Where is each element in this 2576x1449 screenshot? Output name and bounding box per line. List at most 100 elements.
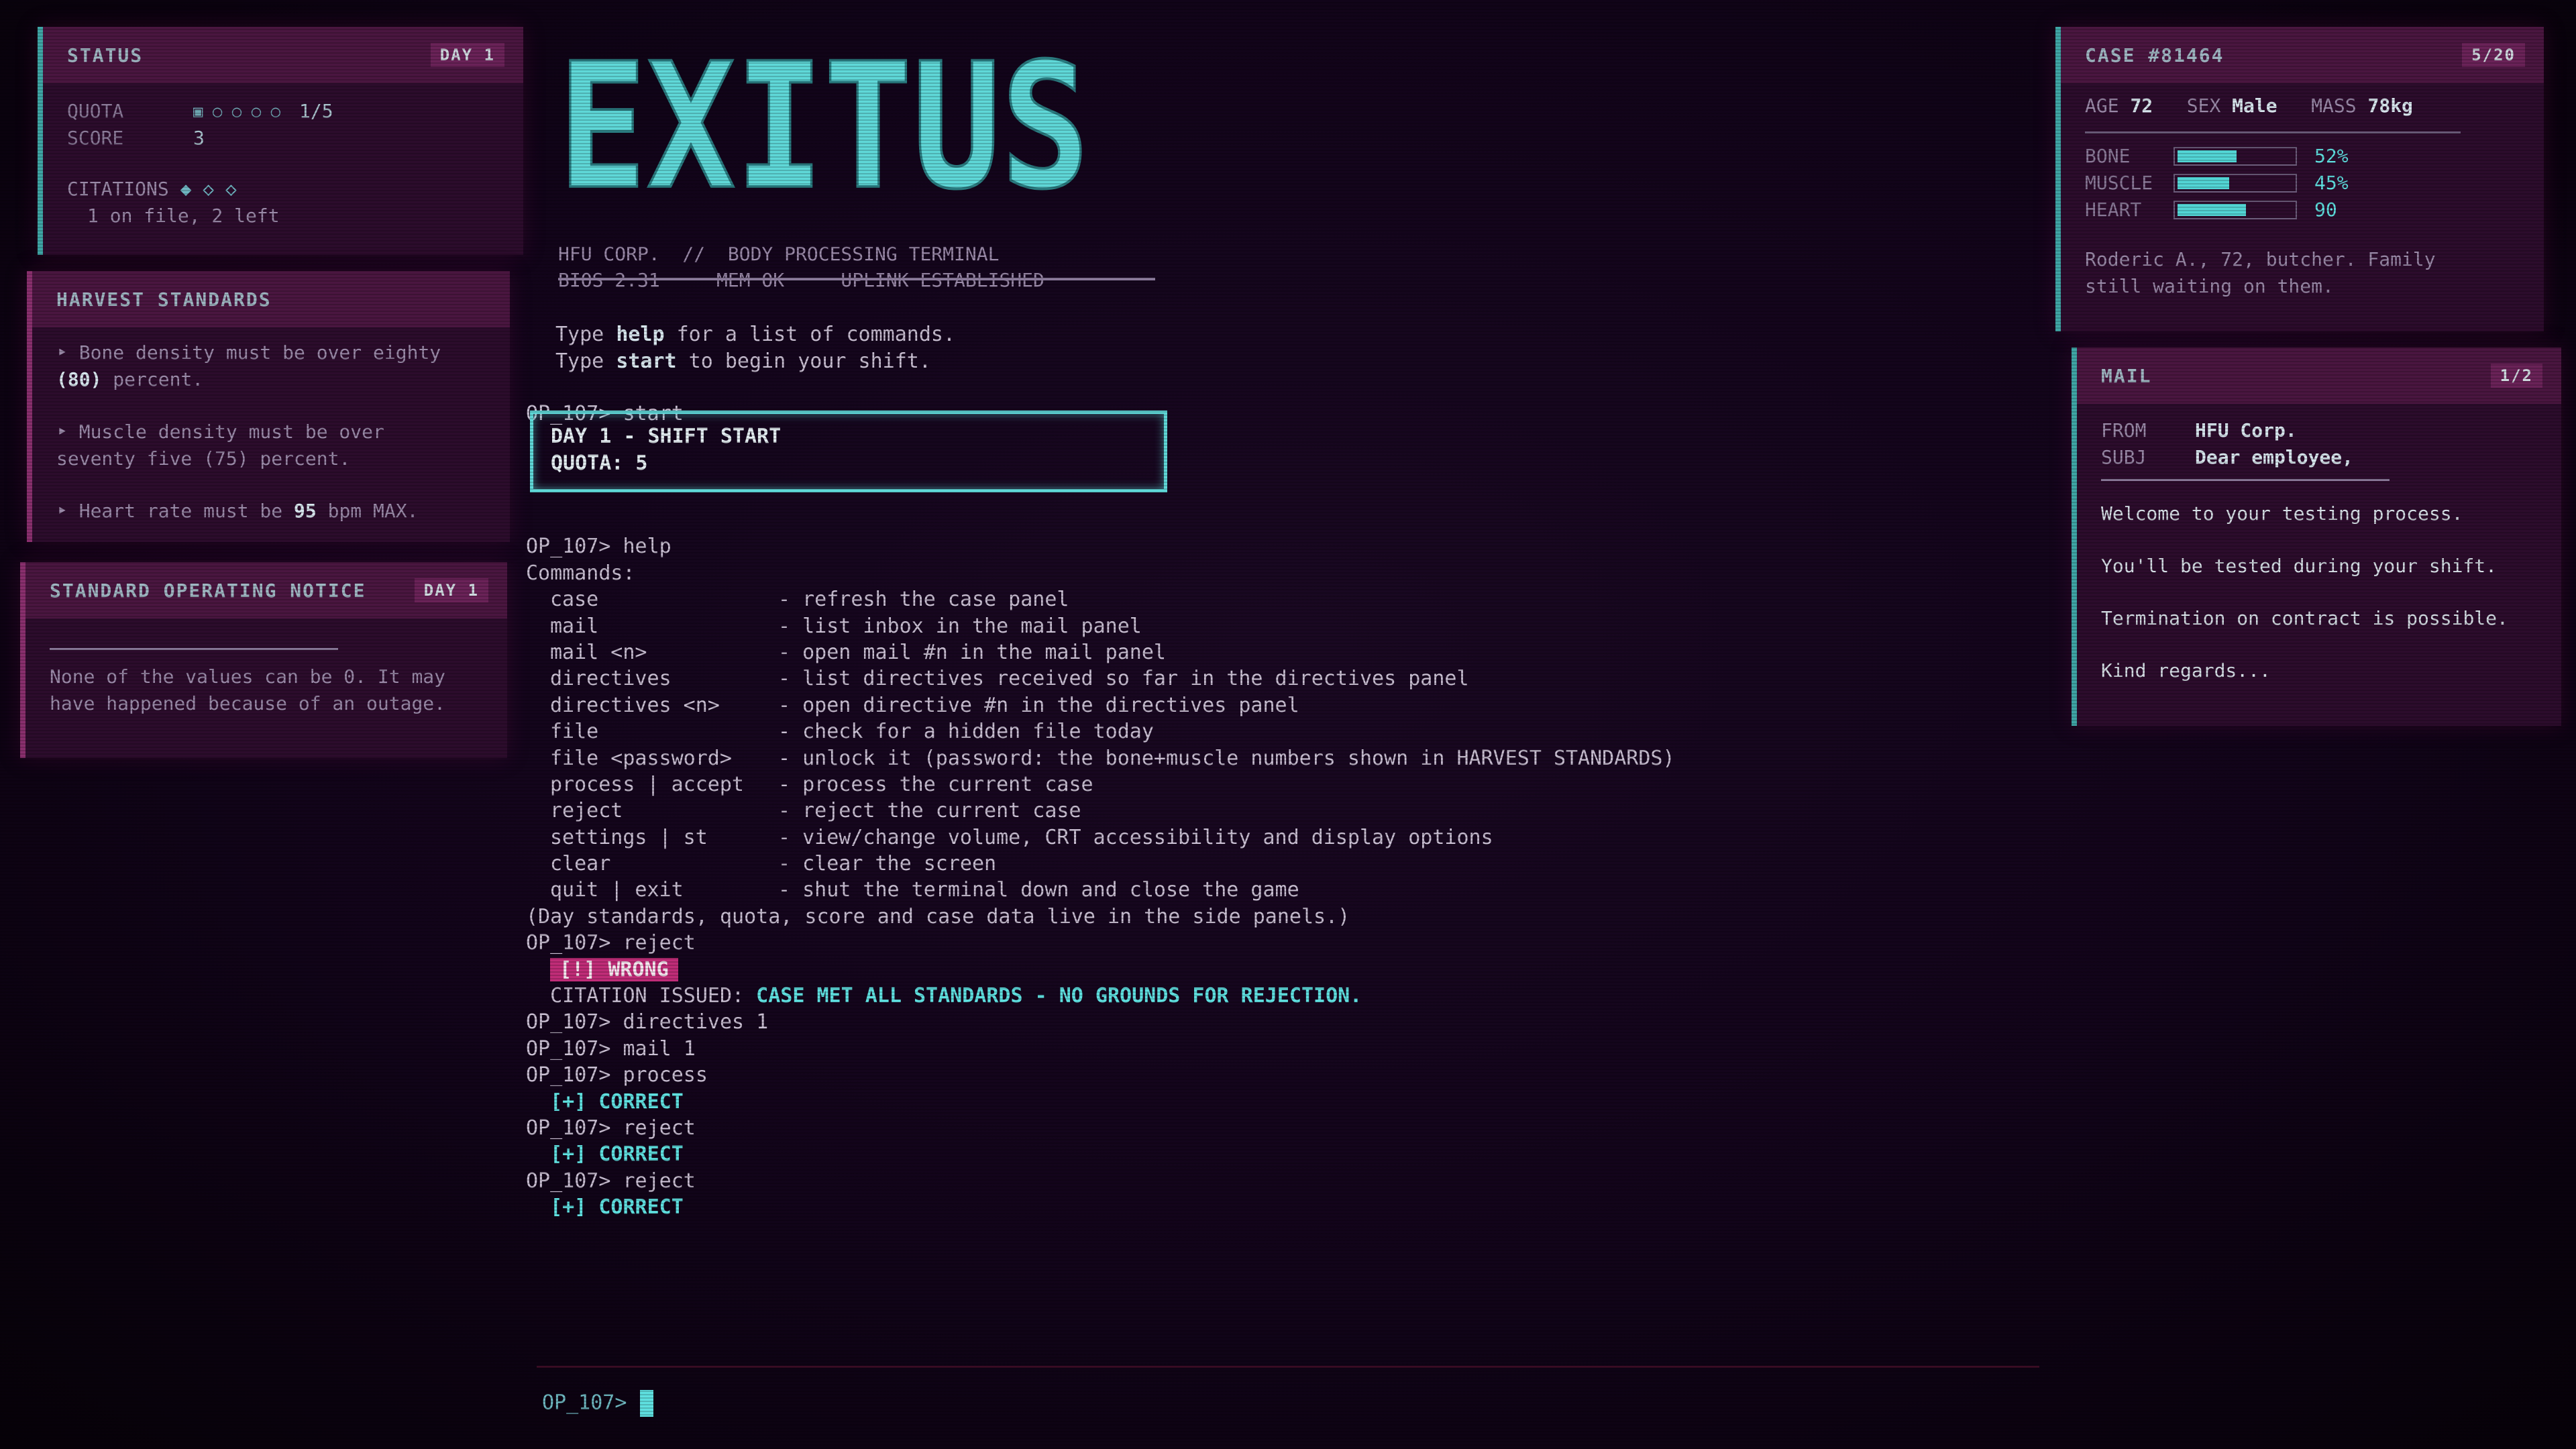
command-desc: - unlock it (password: the bone+muscle n… (778, 746, 1675, 770)
intro-type: Type (555, 323, 616, 347)
shift-start-box: DAY 1 - SHIFT START QUOTA: 5 (530, 411, 1167, 492)
rule-bone-tail: percent. (101, 368, 204, 390)
shift-line-1: DAY 1 - SHIFT START (551, 425, 782, 448)
day-badge: DAY 1 (430, 43, 504, 67)
command: process (623, 1063, 708, 1087)
command-name: directives <n> (550, 693, 720, 717)
rule-muscle: ‣ Muscle density must be over seventy fi… (56, 419, 486, 472)
notice-text-1: None of the values can be 0. It may (50, 665, 446, 688)
command-name: clear (550, 852, 611, 876)
command-desc: - check for a hidden file today (778, 720, 1154, 744)
command-list: case - refresh the case panel mail - list i… (526, 586, 2002, 904)
log-line: OP_107> process (526, 1062, 2002, 1088)
citation-label: CITATION ISSUED: (550, 984, 745, 1008)
rule-muscle-tail: percent. (248, 447, 351, 470)
mail-divider (2101, 479, 2390, 481)
citations-marks: ◆ ◇ ◇ (180, 178, 237, 200)
mail-panel: MAIL 1/2 FROM HFU Corp. SUBJ Dear employ… (2072, 347, 2561, 726)
wrong-line: [!] WRONG (526, 957, 2002, 983)
command: reject (623, 1169, 696, 1193)
log-line: OP_107> reject (526, 930, 2002, 956)
score-value: 3 (193, 127, 205, 149)
intro-help: Type help for a list of commands. (555, 321, 2031, 347)
command-desc: - process the current case (778, 772, 1093, 796)
input-prompt: OP_107> (542, 1391, 627, 1415)
heart-bar-fill (2178, 204, 2246, 216)
mass-value: 78kg (2367, 95, 2413, 117)
intro-start: Type start to begin your shift. (555, 348, 2031, 374)
log-line: OP_107> help (526, 533, 2002, 559)
case-note-2: still waiting on them. (2085, 275, 2334, 297)
muscle-value: 45% (2314, 172, 2349, 194)
rule-heart: ‣ Heart rate must be 95 bpm MAX. (56, 498, 486, 525)
command-desc: - open directive #n in the directives pa… (778, 693, 1299, 717)
intro-help-tail: for a list of commands. (664, 323, 956, 347)
correct-badge: [+] CORRECT (550, 1195, 684, 1220)
heart-value: 90 (2314, 199, 2337, 221)
command: help (623, 535, 672, 559)
citations-label: CITATIONS (67, 178, 169, 200)
rule-bone: ‣ Bone density must be over eighty (80) … (56, 339, 486, 393)
case-panel: CASE #81464 5/20 AGE 72 SEX Male MASS 78… (2055, 27, 2544, 331)
rule-heart-text: ‣ Heart rate must be (56, 500, 294, 522)
command-row: case - refresh the case panel (526, 586, 2002, 612)
footnote: (Day standards, quota, score and case da… (526, 904, 1350, 928)
exitus-logo: EXITUS (558, 52, 1091, 200)
mail-line: You'll be tested during your shift. (2101, 555, 2498, 577)
bone-bar (2174, 147, 2297, 166)
log-line: OP_107> reject (526, 1115, 2002, 1141)
log-line: OP_107> reject (526, 1168, 2002, 1194)
mail-header: MAIL 1/2 (2077, 347, 2561, 404)
command-input[interactable]: OP_107> (542, 1390, 654, 1417)
rule-heart-tail: bpm MAX. (316, 500, 419, 522)
correct-line: [+] CORRECT (526, 1194, 2002, 1220)
command-desc: - refresh the case panel (778, 588, 1069, 612)
quota-marks: ▣ ○ ○ ○ ○ (193, 102, 281, 121)
intro-start-cmd: start (616, 349, 677, 373)
heart-bar (2174, 201, 2297, 219)
command: mail 1 (623, 1036, 696, 1061)
notice-panel: STANDARD OPERATING NOTICE DAY 1 None of … (20, 562, 507, 758)
wrong-badge: [!] WRONG (550, 957, 678, 981)
harvest-title: HARVEST STANDARDS (56, 288, 272, 311)
bone-bar-fill (2178, 150, 2237, 162)
terminal-log-2: OP_107> help Commands: case - refresh the c… (526, 507, 2002, 1247)
harvest-standards-panel: HARVEST STANDARDS ‣ Bone density must be… (27, 271, 510, 542)
command-row: mail - list inbox in the mail panel (526, 613, 2002, 639)
log-line: OP_107> mail 1 (526, 1036, 2002, 1062)
status-panel: STATUS DAY 1 QUOTA ▣ ○ ○ ○ ○ 1/5 SCORE 3… (38, 27, 523, 255)
sex-value: Male (2232, 95, 2277, 117)
notice-title: STANDARD OPERATING NOTICE (50, 579, 366, 602)
command-row: file - check for a hidden file today (526, 718, 2002, 745)
citations-text: 1 on file, 2 left (87, 205, 280, 227)
header-line-1: HFU CORP. // BODY PROCESSING TERMINAL (558, 243, 1000, 265)
logo-text: EXITUS (558, 52, 1089, 200)
bone-label: BONE (2085, 145, 2131, 167)
intro-help-cmd: help (616, 323, 665, 347)
sex-label: SEX (2186, 95, 2221, 117)
intro-start-tail: to begin your shift. (676, 349, 931, 373)
command: reject (623, 1116, 696, 1140)
command-desc: - list directives received so far in the… (778, 667, 1469, 691)
header-separator (558, 278, 1155, 280)
command-name: file (550, 720, 599, 744)
rule-heart-value: 95 (294, 500, 317, 522)
prompt: OP_107> (526, 1036, 611, 1061)
quota-label: QUOTA (67, 100, 124, 122)
age-value: 72 (2130, 95, 2153, 117)
muscle-bar-fill (2178, 177, 2229, 189)
mail-subj-label: SUBJ (2101, 446, 2147, 468)
shift-line-2: QUOTA: 5 (551, 451, 648, 475)
command-name: process | accept (550, 772, 744, 796)
command-row: directives - list directives received so … (526, 665, 2002, 692)
heart-label: HEART (2085, 199, 2142, 221)
command-row: mail <n> - open mail #n in the mail panel (526, 639, 2002, 665)
log-line: OP_107> directives 1 (526, 1009, 2002, 1035)
mail-counter: 1/2 (2490, 364, 2542, 388)
command-name: file <password> (550, 746, 732, 770)
case-header: CASE #81464 5/20 (2061, 27, 2544, 83)
bone-value: 52% (2314, 145, 2349, 167)
case-counter: 5/20 (2462, 43, 2525, 67)
rule-muscle-text: ‣ Muscle density must be over (56, 421, 384, 443)
mass-label: MASS (2311, 95, 2357, 117)
